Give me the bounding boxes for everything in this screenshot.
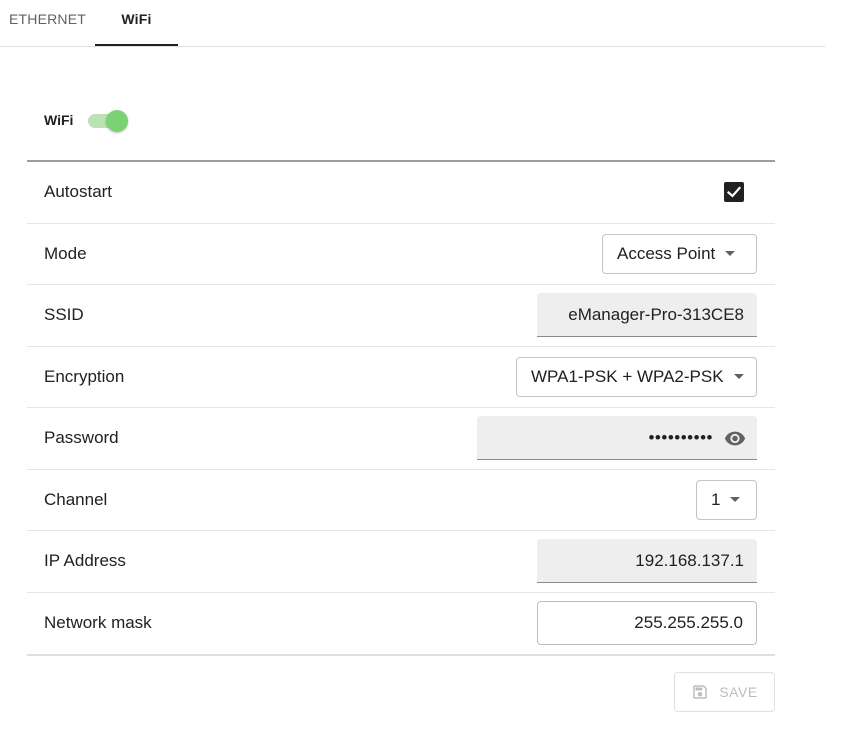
form-row-ip-address: IP Address [27, 531, 775, 593]
checkmark-icon [726, 186, 742, 198]
wifi-enable-switch[interactable] [88, 110, 128, 132]
tab-wifi[interactable]: WiFi [95, 0, 178, 46]
encryption-select[interactable]: WPA1-PSK + WPA2-PSK [516, 356, 757, 397]
password-masked-value[interactable]: •••••••••• [648, 416, 713, 459]
autostart-label: Autostart [44, 182, 113, 202]
ssid-field[interactable] [537, 293, 757, 338]
password-label: Password [44, 428, 119, 448]
form-row-password: Password •••••••••• [27, 408, 775, 470]
caret-down-icon [730, 497, 741, 503]
form-row-ssid: SSID [27, 285, 775, 347]
mode-label: Mode [44, 243, 87, 263]
form-row-network-mask: Network mask [27, 593, 775, 655]
tab-ethernet[interactable]: ETHERNET [0, 0, 95, 46]
tab-bar: ETHERNET WiFi [0, 0, 825, 47]
save-button-label: SAVE [719, 684, 758, 700]
ssid-label: SSID [44, 305, 84, 325]
floppy-disk-icon [693, 685, 708, 699]
encryption-select-value: WPA1-PSK + WPA2-PSK [531, 366, 724, 386]
caret-down-icon [725, 251, 736, 257]
mode-select-value: Access Point [617, 243, 716, 263]
ip-address-field[interactable] [537, 539, 757, 584]
encryption-label: Encryption [44, 366, 125, 386]
network-mask-label: Network mask [44, 613, 152, 633]
ip-address-label: IP Address [44, 551, 126, 571]
mode-select[interactable]: Access Point [602, 233, 757, 274]
channel-select-value: 1 [711, 489, 721, 509]
wifi-settings-form: Autostart Mode Access Point SSID Encrypt… [27, 160, 775, 656]
channel-select[interactable]: 1 [696, 479, 757, 520]
form-row-mode: Mode Access Point [27, 224, 775, 285]
switch-thumb [106, 110, 128, 132]
ip-address-input[interactable] [557, 539, 744, 583]
channel-label: Channel [44, 489, 108, 509]
autostart-checkbox[interactable] [724, 182, 744, 203]
save-button[interactable]: SAVE [674, 672, 775, 712]
form-row-autostart: Autostart [27, 162, 775, 224]
network-mask-input[interactable] [557, 602, 743, 645]
form-row-encryption: Encryption WPA1-PSK + WPA2-PSK [27, 347, 775, 408]
form-row-channel: Channel 1 [27, 470, 775, 531]
eye-icon[interactable] [723, 427, 747, 449]
network-mask-field[interactable] [537, 601, 757, 646]
ssid-input[interactable] [557, 293, 744, 337]
password-field[interactable]: •••••••••• [477, 416, 757, 461]
caret-down-icon [733, 374, 744, 380]
wifi-toggle-label: WiFi [44, 112, 74, 128]
